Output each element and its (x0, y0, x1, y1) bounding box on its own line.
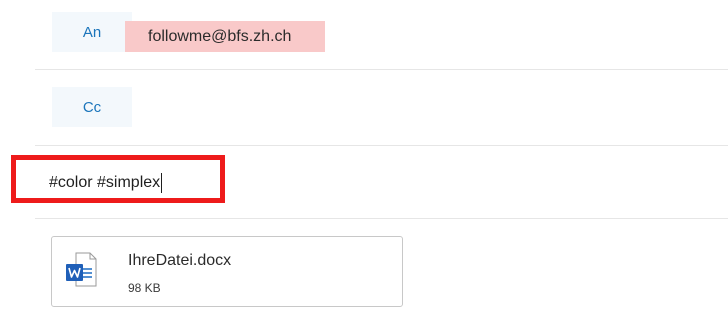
file-name: IhreDatei.docx (128, 252, 232, 269)
recipient-chip[interactable]: followme@bfs.zh.ch (125, 21, 326, 52)
divider (35, 69, 728, 70)
subject-text: #color #simplex (49, 174, 161, 191)
to-button[interactable]: An (52, 12, 132, 52)
divider (35, 145, 728, 146)
subject-input[interactable]: #color #simplex (49, 172, 163, 194)
word-document-icon (65, 252, 97, 293)
file-size: 98 KB (128, 281, 161, 295)
text-caret (161, 173, 163, 193)
cc-button[interactable]: Cc (52, 87, 132, 127)
cc-label: Cc (82, 98, 102, 116)
attachment-card[interactable]: IhreDatei.docx 98 KB (51, 236, 403, 307)
recipient-email: followme@bfs.zh.ch (148, 27, 292, 45)
divider (35, 218, 728, 219)
to-label: An (82, 23, 102, 41)
